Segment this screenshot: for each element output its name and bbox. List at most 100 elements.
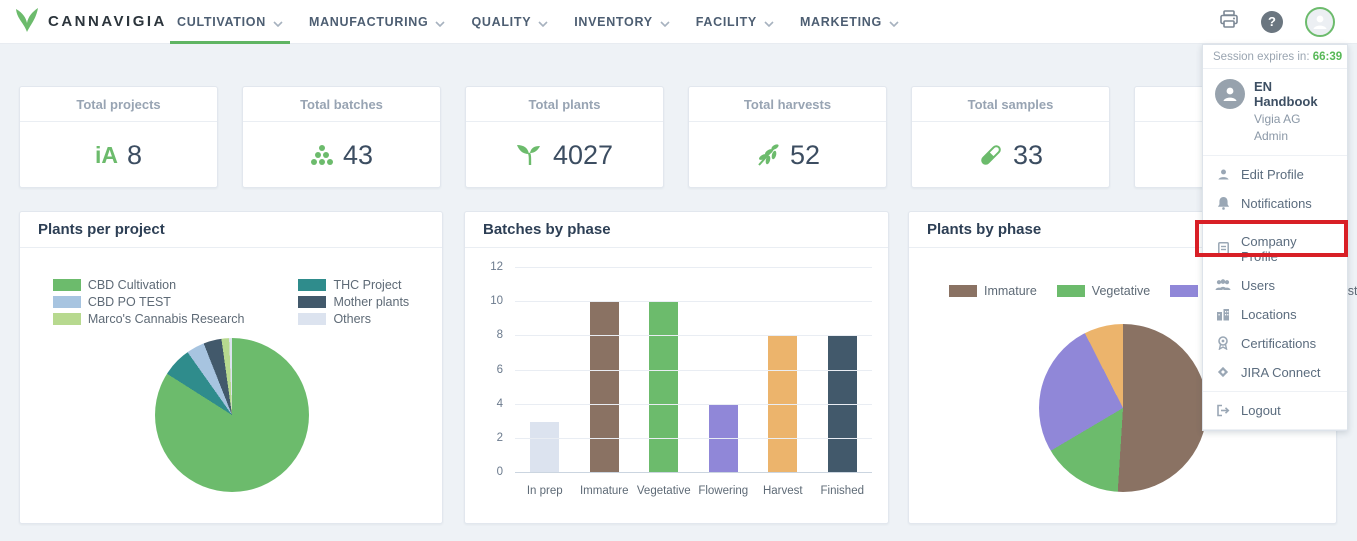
nav-label: QUALITY [471, 15, 531, 29]
diamond-icon [1215, 366, 1231, 378]
stat-card-total-projects: Total projects iA 8 [19, 86, 218, 188]
gridline: 10 [515, 301, 872, 302]
nav-label: INVENTORY [574, 15, 653, 29]
y-tick-label: 2 [497, 432, 503, 444]
nav-item-facility[interactable]: FACILITY [683, 0, 787, 44]
session-label: Session expires in: [1213, 51, 1310, 63]
menu-item-logout[interactable]: Logout [1203, 396, 1347, 425]
stat-label: Total projects [20, 87, 217, 122]
legend-item: THC Project [298, 278, 409, 292]
harvest-icon [755, 143, 781, 167]
x-tick-label: Vegetative [637, 485, 691, 497]
bar-cell: In prep [530, 268, 559, 473]
users-icon [1215, 279, 1231, 291]
chevron-down-icon [435, 16, 445, 30]
nav-item-quality[interactable]: QUALITY [458, 0, 561, 44]
chart-title: Plants per project [20, 212, 442, 248]
plants-by-phase-pie [1039, 324, 1207, 492]
y-tick-label: 4 [497, 398, 503, 410]
legend-swatch [1170, 285, 1198, 297]
nav-item-marketing[interactable]: MARKETING [787, 0, 912, 44]
legend-swatch [53, 279, 81, 291]
stats-row: Total projects iA 8 Total batches 43 Tot… [19, 86, 1333, 188]
chevron-down-icon [764, 16, 774, 30]
gridline: 2 [515, 438, 872, 439]
y-tick-label: 0 [497, 466, 503, 478]
user-info-block: EN Handbook Vigia AG Admin [1203, 69, 1347, 156]
user-name: EN Handbook [1254, 79, 1335, 109]
stat-value: 33 [1013, 140, 1043, 171]
stat-label: Total samples [912, 87, 1109, 122]
bar-cell: Immature [590, 268, 619, 473]
menu-item-locations[interactable]: Locations [1203, 300, 1347, 329]
menu-label: JIRA Connect [1241, 365, 1321, 380]
bell-icon [1215, 196, 1231, 210]
stat-label: Total plants [466, 87, 663, 122]
x-tick-label: Immature [580, 485, 629, 497]
x-tick-label: Flowering [698, 485, 748, 497]
user-dropdown-menu: Session expires in: 66:39 EN Handbook Vi… [1202, 44, 1348, 431]
bar-vegetative [649, 302, 678, 473]
menu-label: Edit Profile [1241, 167, 1304, 182]
bar-cell: Vegetative [649, 268, 678, 473]
nav-item-manufacturing[interactable]: MANUFACTURING [296, 0, 459, 44]
building-icon [1215, 308, 1231, 321]
menu-item-edit-profile[interactable]: Edit Profile [1203, 160, 1347, 189]
legend-item: CBD Cultivation [53, 278, 245, 292]
menu-label: Notifications [1241, 196, 1312, 211]
stat-card-total-plants: Total plants 4027 [465, 86, 664, 188]
menu-item-jira-connect[interactable]: JIRA Connect [1203, 358, 1347, 387]
chevron-down-icon [538, 16, 548, 30]
badge-icon [1215, 242, 1231, 256]
help-icon[interactable]: ? [1261, 11, 1283, 33]
bar-finished [828, 336, 857, 473]
bar-immature [590, 302, 619, 473]
y-tick-label: 8 [497, 329, 503, 341]
certificate-icon [1215, 336, 1231, 350]
stat-value: 4027 [553, 140, 613, 171]
bar-chart-plot: In prepImmatureVegetativeFloweringHarves… [515, 268, 872, 473]
legend-swatch [949, 285, 977, 297]
menu-label: Certifications [1241, 336, 1316, 351]
menu-label: Users [1241, 278, 1275, 293]
gridline: 6 [515, 370, 872, 371]
brand-logo[interactable]: CANNAVIGIA [0, 5, 164, 38]
legend-item: Immature [949, 284, 1037, 298]
legend-item: Vegetative [1057, 284, 1150, 298]
stat-card-total-batches: Total batches 43 [242, 86, 441, 188]
gridline: 12 [515, 267, 872, 268]
nav-item-cultivation[interactable]: CULTIVATION [164, 0, 296, 44]
bar-cell: Harvest [768, 268, 797, 473]
stat-value: 52 [790, 140, 820, 171]
brand-name: CANNAVIGIA [48, 13, 167, 30]
legend-swatch [53, 296, 81, 308]
printer-icon[interactable] [1219, 10, 1239, 34]
nav-label: MANUFACTURING [309, 15, 429, 29]
legend-swatch [53, 313, 81, 325]
bar-harvest [768, 336, 797, 473]
menu-label: Company Profile [1241, 234, 1335, 264]
stat-card-total-harvests: Total harvests 52 [688, 86, 887, 188]
x-tick-label: In prep [527, 485, 563, 497]
stat-value: 43 [343, 140, 373, 171]
menu-label: Locations [1241, 307, 1297, 322]
menu-item-certifications[interactable]: Certifications [1203, 329, 1347, 358]
session-expiry: Session expires in: 66:39 [1203, 45, 1347, 69]
user-avatar-icon [1215, 79, 1245, 109]
chevron-down-icon [660, 16, 670, 30]
stat-label: Total harvests [689, 87, 886, 122]
legend-swatch [298, 296, 326, 308]
user-avatar-icon[interactable] [1305, 7, 1335, 37]
y-tick-label: 10 [490, 295, 503, 307]
menu-item-users[interactable]: Users [1203, 271, 1347, 300]
top-nav-bar: CANNAVIGIA CULTIVATION MANUFACTURING QUA… [0, 0, 1357, 44]
legend-swatch [298, 313, 326, 325]
nav-label: MARKETING [800, 15, 882, 29]
nav-label: CULTIVATION [177, 15, 266, 29]
chevron-down-icon [273, 16, 283, 30]
plants-per-project-pie [155, 338, 309, 492]
menu-item-notifications[interactable]: Notifications [1203, 189, 1347, 218]
menu-item-company-profile[interactable]: Company Profile [1203, 227, 1347, 271]
nav-item-inventory[interactable]: INVENTORY [561, 0, 683, 44]
legend-item: Mother plants [298, 295, 409, 309]
